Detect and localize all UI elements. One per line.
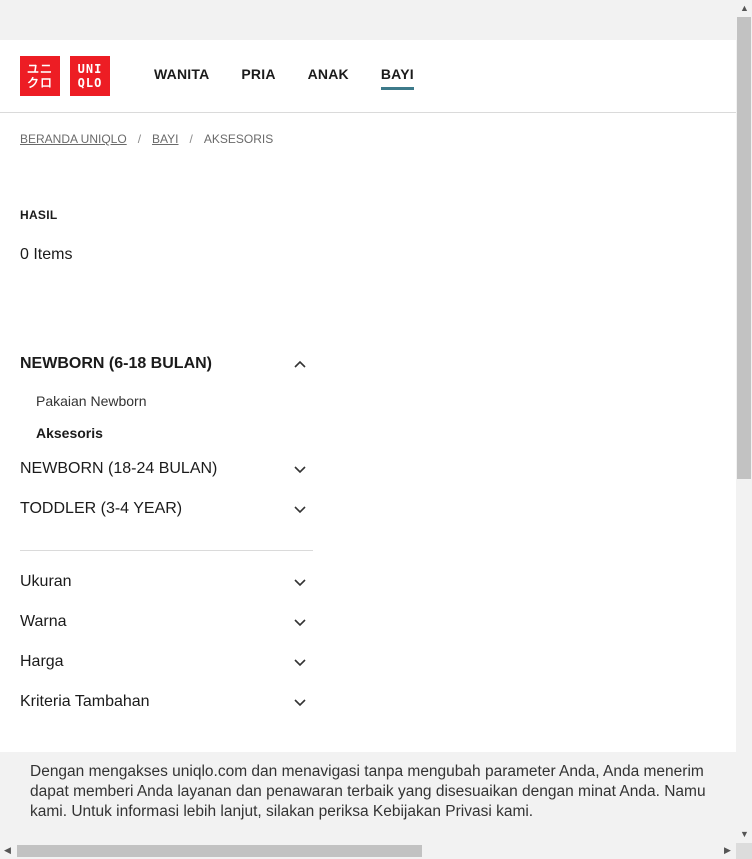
cookie-text-line: dapat memberi Anda layanan dan penawaran…	[30, 783, 706, 800]
scroll-down-arrow-icon[interactable]: ▼	[740, 829, 749, 839]
breadcrumb-current: AKSESORIS	[203, 132, 274, 146]
nav-item-wanita[interactable]: WANITA	[154, 66, 209, 90]
nav-item-pria[interactable]: PRIA	[241, 66, 275, 90]
scroll-up-arrow-icon[interactable]: ▲	[740, 3, 749, 13]
scrollbar-corner	[736, 843, 752, 859]
results-count: 0 Items	[20, 246, 73, 263]
breadcrumb: BERANDA UNIQLO / BAYI / AKSESORIS	[20, 132, 273, 146]
filter-label: Ukuran	[20, 573, 72, 590]
logo-text: QLO	[77, 76, 103, 90]
filter-category-newborn-6-18[interactable]: NEWBORN (6-18 BULAN)	[20, 352, 313, 376]
filter-divider	[20, 550, 313, 551]
results-heading: HASIL	[20, 208, 58, 222]
filter-label: Warna	[20, 613, 67, 630]
breadcrumb-separator: /	[137, 132, 142, 146]
cookie-banner: Dengan mengakses uniqlo.com dan menaviga…	[0, 752, 736, 843]
filter-category-newborn-18-24[interactable]: NEWBORN (18-24 BULAN)	[20, 457, 313, 481]
scroll-left-arrow-icon[interactable]: ◀	[4, 845, 11, 856]
filter-facet-kriteria-tambahan[interactable]: Kriteria Tambahan	[20, 690, 313, 714]
filter-category-toddler[interactable]: TODDLER (3-4 YEAR)	[20, 497, 313, 521]
filter-facet-warna[interactable]: Warna	[20, 610, 313, 634]
chevron-down-icon	[294, 466, 306, 474]
filter-facet-ukuran[interactable]: Ukuran	[20, 570, 313, 594]
breadcrumb-separator: /	[189, 132, 193, 146]
cookie-text-line: kami. Untuk informasi lebih lanjut, sila…	[30, 803, 534, 820]
filter-facet-harga[interactable]: Harga	[20, 650, 313, 674]
filter-label: NEWBORN (6-18 BULAN)	[20, 355, 212, 372]
cookie-banner-text: Dengan mengakses uniqlo.com dan menaviga…	[30, 762, 736, 822]
logo-latin-box: UNI QLO	[70, 56, 110, 96]
scroll-right-arrow-icon[interactable]: ▶	[724, 845, 731, 856]
vertical-scrollbar-thumb[interactable]	[737, 17, 751, 479]
filter-label: NEWBORN (18-24 BULAN)	[20, 460, 218, 477]
chevron-down-icon	[294, 659, 306, 667]
horizontal-scrollbar-thumb[interactable]	[17, 845, 422, 857]
logo-text: クロ	[26, 76, 53, 90]
page: ユニ クロ UNI QLO WANITA PRIA ANAK BAYI BERA…	[0, 0, 736, 843]
filter-label: TODDLER (3-4 YEAR)	[20, 500, 183, 517]
cookie-text-line: Dengan mengakses uniqlo.com dan menaviga…	[30, 763, 704, 780]
chevron-down-icon	[294, 619, 306, 627]
logo-text: ユニ	[26, 62, 53, 76]
filter-subitem-aksesoris[interactable]: Aksesoris	[36, 425, 103, 441]
site-header: ユニ クロ UNI QLO WANITA PRIA ANAK BAYI	[0, 40, 736, 113]
logo-katakana-box: ユニ クロ	[20, 56, 60, 96]
chevron-up-icon	[294, 360, 306, 368]
filter-subitem-pakaian-newborn[interactable]: Pakaian Newborn	[36, 393, 147, 409]
logo-text: UNI	[77, 62, 103, 76]
filter-label: Kriteria Tambahan	[20, 693, 150, 710]
chevron-down-icon	[294, 579, 306, 587]
chevron-down-icon	[294, 506, 306, 514]
main-nav: WANITA PRIA ANAK BAYI	[154, 66, 414, 90]
top-bar	[0, 0, 736, 40]
breadcrumb-home-link[interactable]: BERANDA UNIQLO	[20, 132, 127, 146]
chevron-down-icon	[294, 699, 306, 707]
filter-label: Harga	[20, 653, 64, 670]
nav-item-bayi[interactable]: BAYI	[380, 66, 414, 90]
nav-item-anak[interactable]: ANAK	[308, 66, 349, 90]
uniqlo-logo[interactable]: ユニ クロ UNI QLO	[20, 56, 110, 96]
breadcrumb-bayi-link[interactable]: BAYI	[152, 132, 178, 146]
